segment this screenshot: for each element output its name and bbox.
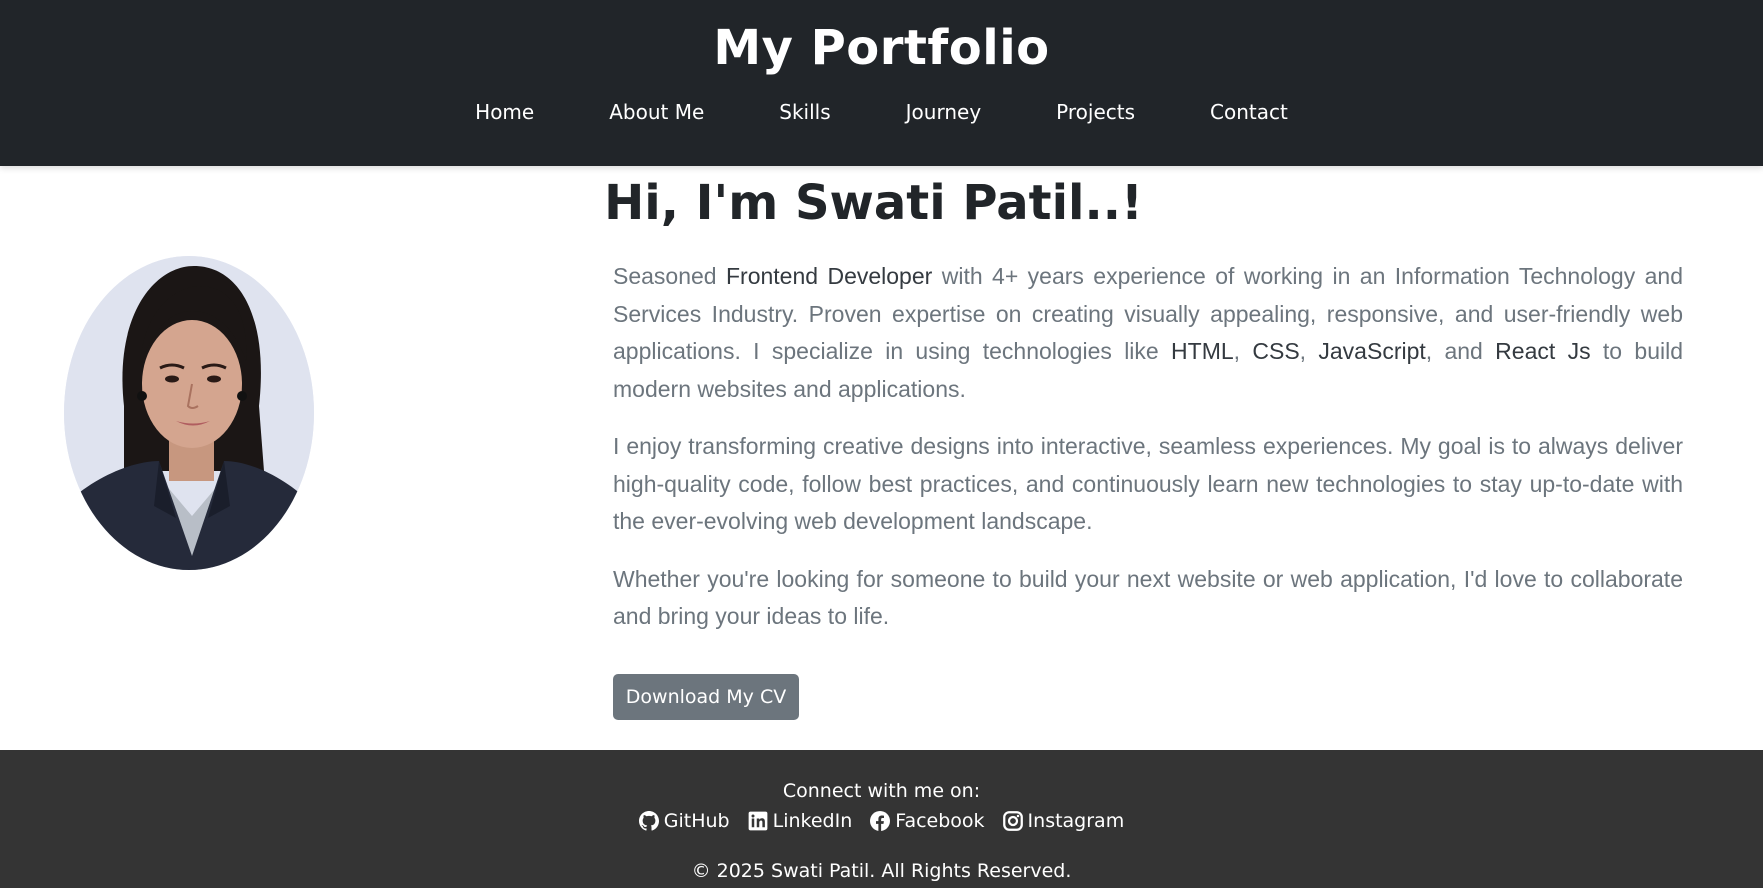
highlight-react-js: React Js	[1495, 338, 1591, 364]
github-icon	[638, 811, 659, 831]
github-label: GitHub	[663, 810, 730, 832]
instagram-icon	[1002, 811, 1023, 831]
bio-text-segment: ,	[1299, 338, 1319, 364]
highlight-html: HTML	[1171, 338, 1234, 364]
facebook-icon	[870, 811, 891, 831]
bio-text-segment: , and	[1425, 338, 1496, 364]
nav-home[interactable]: Home	[438, 96, 572, 128]
nav-projects[interactable]: Projects	[1019, 96, 1173, 128]
site-footer: Connect with me on: GitHub LinkedIn Face…	[0, 750, 1763, 888]
highlight-javascript: JavaScript	[1318, 338, 1426, 364]
linkedin-link[interactable]: LinkedIn	[748, 806, 853, 836]
facebook-label: Facebook	[895, 810, 985, 832]
bio-paragraph-2: I enjoy transforming creative designs in…	[613, 433, 1683, 534]
social-links: GitHub LinkedIn Facebook Instagram	[0, 806, 1763, 836]
intro-heading: Hi, I'm Swati Patil..!	[604, 175, 1143, 231]
highlight-frontend-developer: Frontend Developer	[726, 263, 933, 289]
about-section: Hi, I'm Swati Patil..! Seasoned Frontend…	[0, 166, 1763, 750]
profile-photo	[64, 256, 314, 570]
instagram-link[interactable]: Instagram	[1002, 806, 1125, 836]
profile-photo-illustration	[64, 256, 314, 570]
connect-label: Connect with me on:	[782, 780, 981, 802]
bio-text: Seasoned Frontend Developer with 4+ year…	[613, 258, 1683, 656]
github-link[interactable]: GitHub	[638, 806, 730, 836]
bio-paragraph-3: Whether you're looking for someone to bu…	[613, 565, 1683, 630]
nav-journey[interactable]: Journey	[868, 96, 1019, 128]
download-cv-button[interactable]: Download My CV	[613, 674, 799, 720]
facebook-link[interactable]: Facebook	[870, 806, 985, 836]
nav-about-me[interactable]: About Me	[572, 96, 742, 128]
main-nav: Home About Me Skills Journey Projects Co…	[0, 96, 1763, 128]
site-title: My Portfolio	[713, 20, 1050, 76]
linkedin-icon	[748, 811, 768, 831]
highlight-css: CSS	[1252, 338, 1300, 364]
nav-contact[interactable]: Contact	[1173, 96, 1326, 128]
bio-text-segment: ,	[1233, 338, 1253, 364]
copyright-text: © 2025 Swati Patil. All Rights Reserved.	[691, 860, 1072, 882]
instagram-label: Instagram	[1027, 810, 1125, 832]
bio-paragraph-1: Seasoned Frontend Developer with 4+ year…	[613, 258, 1683, 408]
bio-text-segment: Seasoned	[613, 263, 726, 289]
linkedin-label: LinkedIn	[772, 810, 853, 832]
site-header: My Portfolio Home About Me Skills Journe…	[0, 0, 1763, 166]
nav-skills[interactable]: Skills	[742, 96, 868, 128]
